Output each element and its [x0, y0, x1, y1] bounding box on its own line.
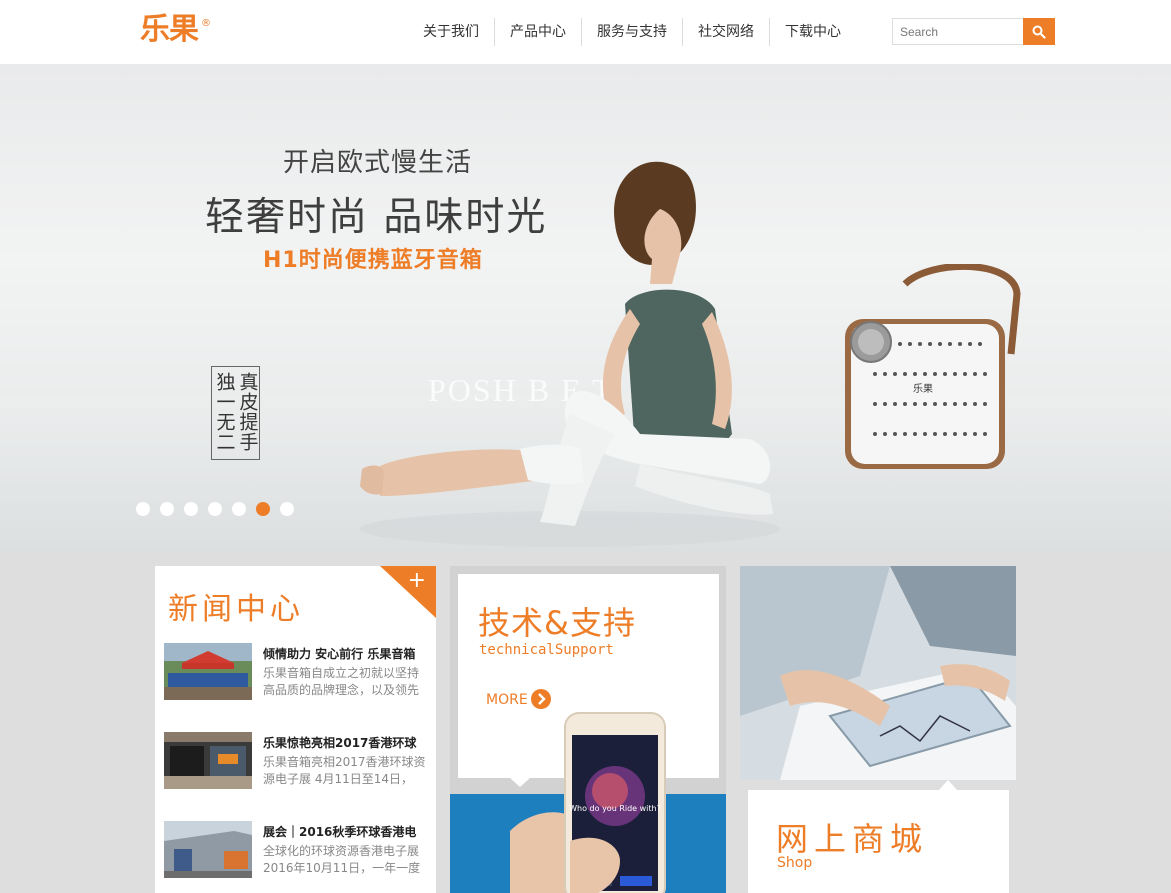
news-headline: 乐果惊艳亮相2017香港环球: [263, 736, 417, 750]
more-link[interactable]: MORE: [486, 692, 528, 708]
carousel-dot-active[interactable]: [256, 502, 270, 516]
tech-support-title: 技术&支持: [478, 604, 636, 642]
tech-support-panel[interactable]: 技术&支持 technicalSupport MORE Who do you R…: [450, 566, 726, 893]
speaker-product-image: 乐果: [845, 264, 1021, 469]
search-box: [892, 18, 1055, 45]
tablet-hands-image: [740, 566, 1016, 780]
news-item[interactable]: 乐果惊艳亮相2017香港环球 乐果音箱亮相2017香港环球资源电子展 4月11日…: [164, 732, 429, 794]
search-button[interactable]: [1023, 18, 1055, 45]
nav-download[interactable]: 下载中心: [769, 18, 856, 46]
carousel-dot[interactable]: [208, 502, 222, 516]
nav-social[interactable]: 社交网络: [682, 18, 769, 46]
news-thumbnail: [164, 643, 252, 700]
shop-card-notch: [939, 780, 957, 790]
search-input[interactable]: [892, 18, 1023, 45]
nav-support[interactable]: 服务与支持: [581, 18, 682, 46]
news-headline: 倾情助力 安心前行 乐果音箱: [263, 647, 416, 661]
news-thumbnail: [164, 821, 252, 878]
news-description: 乐果音箱自成立之初就以坚持高品质的品牌理念，以及领先: [263, 666, 420, 697]
news-headline: 展会｜2016秋季环球香港电: [263, 825, 417, 839]
carousel-dot[interactable]: [184, 502, 198, 516]
news-description: 全球化的环球资源香港电子展2016年10月11日，一年一度: [263, 844, 421, 875]
nav-products[interactable]: 产品中心: [494, 18, 581, 46]
carousel-dot[interactable]: [136, 502, 150, 516]
carousel-dots: [136, 502, 294, 516]
phone-screen-text: Who do you Ride with?: [569, 804, 661, 813]
registered-mark: ®: [201, 18, 211, 29]
shop-title: 网上商城: [776, 820, 929, 858]
nav-about[interactable]: 关于我们: [408, 18, 494, 46]
brand-logo[interactable]: 乐果 ®: [140, 12, 211, 48]
news-item[interactable]: 展会｜2016秋季环球香港电 全球化的环球资源香港电子展2016年10月11日，…: [164, 821, 429, 883]
news-title: 新闻中心: [168, 592, 304, 627]
shop-panel[interactable]: 网上商城 Shop: [740, 566, 1016, 893]
smartphone-hand-image: Who do you Ride with?: [510, 712, 666, 893]
stamp-text-2: 独一无二: [213, 372, 236, 452]
news-panel: 新闻中心 + 倾情助力 安心前行 乐果音箱 乐果音箱自成立之初就以坚持高品质的品…: [155, 566, 436, 893]
tech-support-subtitle: technicalSupport: [479, 642, 614, 658]
brand-logo-text: 乐果: [140, 12, 199, 47]
content-section: 新闻中心 + 倾情助力 安心前行 乐果音箱 乐果音箱自成立之初就以坚持高品质的品…: [0, 552, 1171, 893]
site-header: 乐果 ® 关于我们 产品中心 服务与支持 社交网络 下载中心: [0, 0, 1171, 64]
search-icon: [1032, 25, 1046, 39]
stamp-box: 真皮提手 独一无二: [211, 366, 260, 460]
shop-subtitle: Shop: [777, 855, 813, 871]
carousel-dot[interactable]: [280, 502, 294, 516]
hero-banner[interactable]: 开启欧式慢生活 轻奢时尚 品味时光 H1时尚便携蓝牙音箱 POSH B E T: [0, 64, 1171, 552]
news-more-plus-icon[interactable]: +: [408, 568, 426, 594]
shop-card: 网上商城 Shop: [748, 790, 1009, 893]
carousel-dot[interactable]: [232, 502, 246, 516]
yoga-woman-image: [360, 161, 780, 547]
stamp-text-1: 真皮提手: [236, 372, 259, 452]
more-arrow-icon[interactable]: [531, 689, 551, 709]
speaker-logo: 乐果: [913, 383, 933, 395]
news-item[interactable]: 倾情助力 安心前行 乐果音箱 乐果音箱自成立之初就以坚持高品质的品牌理念，以及领…: [164, 643, 429, 705]
news-description: 乐果音箱亮相2017香港环球资源电子展 4月11日至14日，: [263, 755, 426, 786]
main-nav: 关于我们 产品中心 服务与支持 社交网络 下载中心: [408, 18, 856, 46]
news-thumbnail: [164, 732, 252, 789]
carousel-dot[interactable]: [160, 502, 174, 516]
